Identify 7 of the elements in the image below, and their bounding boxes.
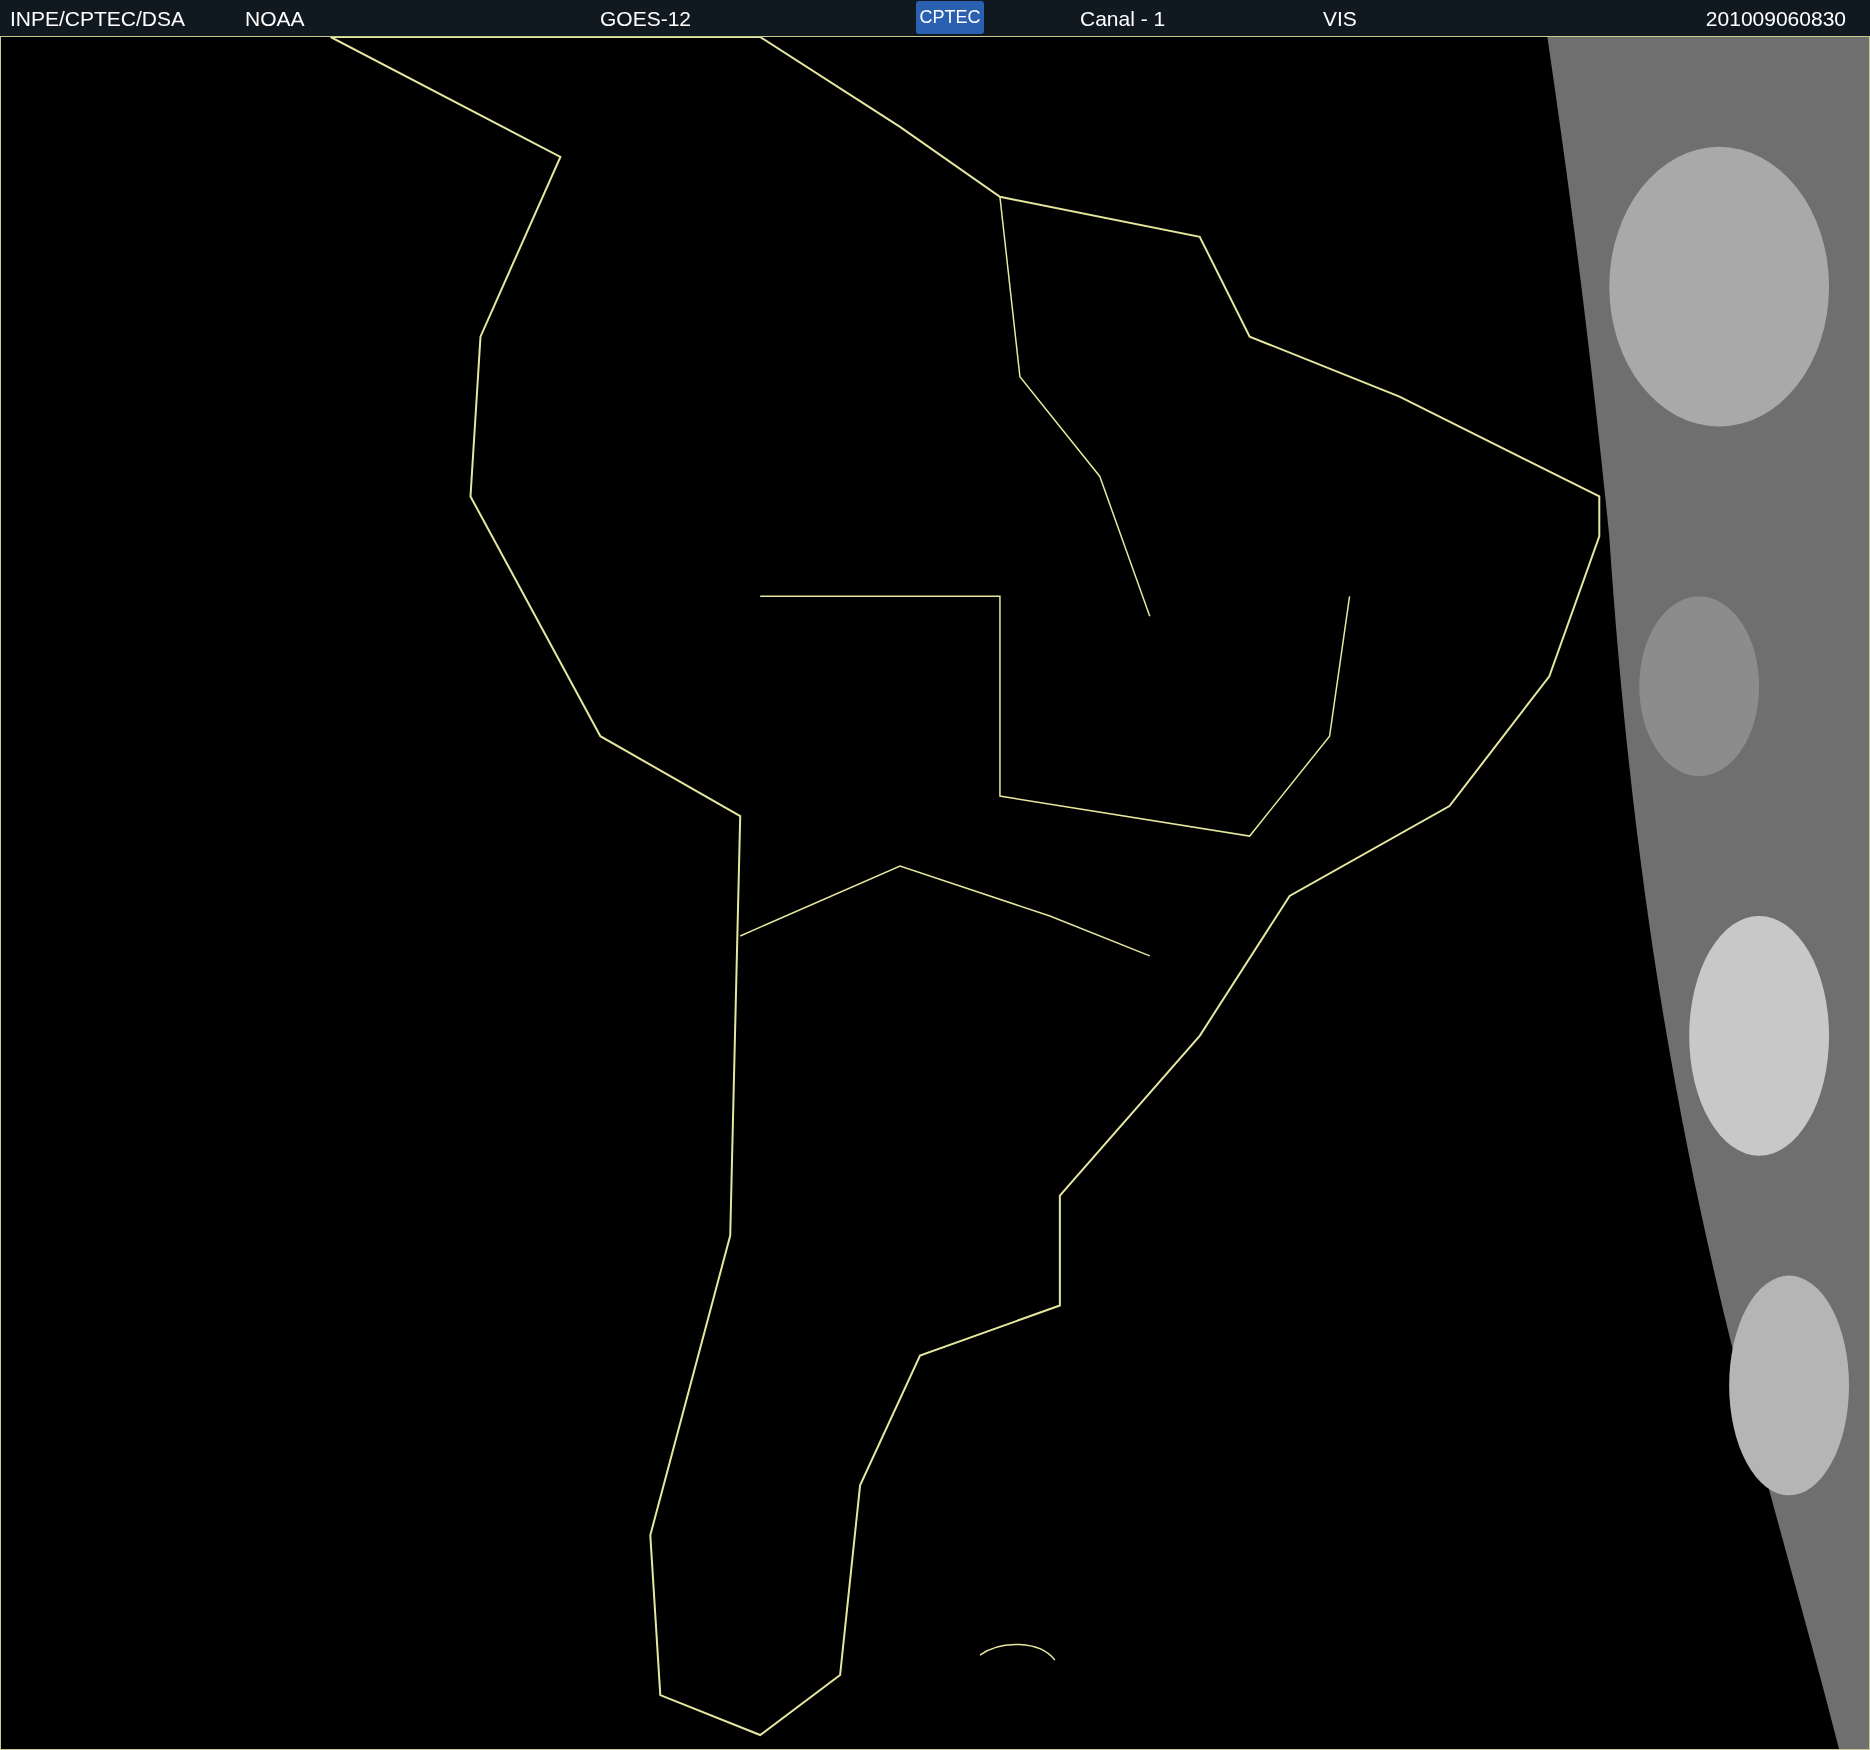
source-label: INPE/CPTEC/DSA (10, 7, 186, 31)
logo-badge: CPTEC (916, 1, 984, 34)
satellite-label: GOES-12 (600, 7, 692, 31)
channel-label: Canal - 1 (1080, 7, 1166, 31)
band-label: VIS (1323, 7, 1357, 31)
timestamp-label: 201009060830 (1705, 7, 1846, 31)
agency-label: NOAA (245, 7, 305, 31)
